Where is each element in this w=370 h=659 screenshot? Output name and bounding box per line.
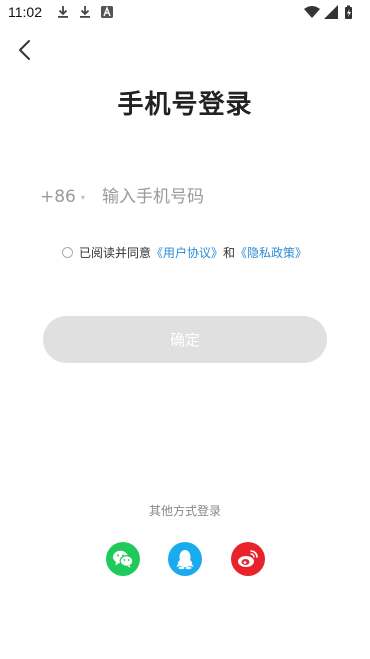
agreement-row: 已阅读并同意 《用户协议》 和 《隐私政策》	[62, 244, 307, 261]
caret-down-icon: ▾	[80, 192, 85, 202]
user-agreement-link[interactable]: 《用户协议》	[151, 244, 223, 261]
wifi-icon	[304, 6, 320, 18]
chevron-left-icon	[19, 40, 30, 60]
country-code-label: +86	[40, 187, 76, 207]
privacy-policy-link[interactable]: 《隐私政策》	[235, 244, 307, 261]
signal-icon	[324, 5, 338, 19]
phone-input[interactable]	[102, 184, 332, 210]
status-time: 11:02	[8, 4, 42, 20]
agreement-prefix: 已阅读并同意	[79, 246, 152, 260]
wechat-icon	[113, 550, 134, 568]
weibo-login-button[interactable]	[231, 542, 265, 576]
status-bar: 11:02	[0, 0, 370, 26]
agreement-and: 和	[223, 246, 236, 260]
agreement-radio[interactable]	[62, 247, 73, 258]
other-login-label: 其他方式登录	[148, 504, 221, 518]
country-code-selector[interactable]: +86 ▾	[40, 187, 85, 207]
back-button[interactable]	[10, 36, 38, 64]
a-box-icon	[101, 6, 113, 18]
system-status-icons	[304, 5, 352, 19]
wechat-login-button[interactable]	[106, 542, 140, 576]
download-icon	[80, 6, 90, 18]
battery-icon	[345, 5, 352, 19]
qq-login-button[interactable]	[168, 542, 202, 576]
qq-icon	[176, 550, 194, 570]
page-title: 手机号登录	[117, 90, 253, 120]
weibo-icon	[238, 550, 258, 567]
download-icon	[58, 6, 68, 18]
confirm-button[interactable]: 确定	[43, 316, 327, 363]
